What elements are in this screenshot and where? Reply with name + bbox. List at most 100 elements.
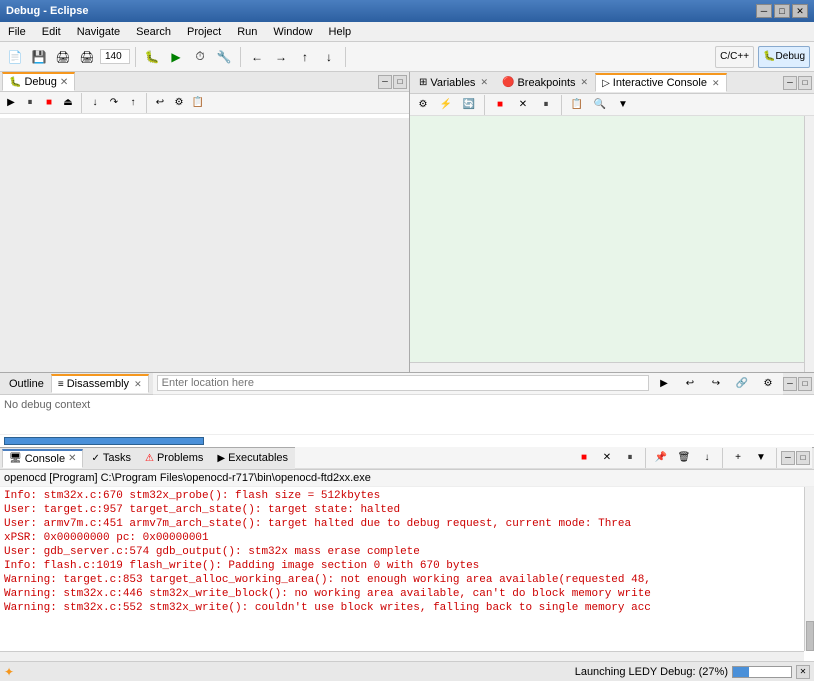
debug-tab-close[interactable]: ✕	[60, 77, 68, 88]
right-hscrollbar[interactable]	[410, 362, 804, 372]
launch-progress-bar	[732, 666, 792, 678]
toolbar-btn-9[interactable]: ↓	[318, 46, 340, 68]
disasm-btn2[interactable]: ↪	[705, 372, 727, 394]
right-toolbar-sep2	[561, 95, 562, 115]
console-btn2[interactable]: ⏸	[619, 447, 641, 469]
console-area: 🖥 Console ✕ ✓ Tasks ⚠ Problems ▶ Executa…	[0, 447, 814, 661]
right-maximize-btn[interactable]: □	[798, 76, 812, 90]
resume-btn[interactable]: ▶	[2, 94, 20, 112]
title-bar: Debug - Eclipse ─ □ ✕	[0, 0, 814, 22]
variables-tab-close[interactable]: ✕	[480, 77, 488, 88]
toolbar-btn-8[interactable]: ↑	[294, 46, 316, 68]
console-pin-btn[interactable]: 📌	[650, 447, 672, 469]
drop-to-frame-btn[interactable]: ↩	[151, 94, 169, 112]
console-hscrollbar[interactable]	[0, 651, 804, 661]
right-tb-btn5[interactable]: ✕	[512, 94, 534, 116]
right-tb-btn7[interactable]: 📋	[566, 94, 588, 116]
tab-disassembly[interactable]: ≡ Disassembly ✕	[51, 374, 149, 393]
console-vscrollbar[interactable]	[804, 487, 814, 651]
window-title: Debug - Eclipse	[6, 5, 89, 17]
interactive-console-close[interactable]: ✕	[712, 78, 720, 89]
right-tb-btn8[interactable]: 🔍	[589, 94, 611, 116]
debug-maximize-btn[interactable]: □	[393, 75, 407, 89]
disasm-btn3[interactable]: 🔗	[731, 372, 753, 394]
toolbar-btn-4[interactable]: 🖨	[76, 46, 98, 68]
tab-outline[interactable]: Outline	[2, 375, 51, 393]
console-tab-close[interactable]: ✕	[68, 453, 76, 464]
right-tb-btn3[interactable]: 🔄	[458, 94, 480, 116]
properties-btn[interactable]: 📋	[189, 94, 207, 112]
debug-minimize-btn[interactable]: ─	[378, 75, 392, 89]
console-maximize-btn[interactable]: □	[796, 451, 810, 465]
tab-problems[interactable]: ⚠ Problems	[138, 449, 210, 467]
status-progress-area: Launching LEDY Debug: (27%) ✕	[575, 665, 810, 679]
console-new-btn[interactable]: +	[727, 447, 749, 469]
toolbar-btn-3[interactable]: 🖨	[52, 46, 74, 68]
console-stop-btn[interactable]: ■	[573, 447, 595, 469]
console-clear-btn[interactable]: 🗑	[673, 447, 695, 469]
right-tab-bar: ⊞ Variables ✕ 🔴 Breakpoints ✕ ▷ Interact…	[410, 72, 814, 94]
main-toolbar: 📄 💾 🖨 🖨 140 🐛 ▶ ⏱ 🔧 ← → ↑ ↓ C/C++ 🐛 Debu…	[0, 42, 814, 72]
menu-file[interactable]: File	[4, 25, 30, 39]
breakpoints-tab-close[interactable]: ✕	[581, 77, 589, 88]
tab-debug[interactable]: 🐛 Debug ✕	[2, 72, 75, 91]
disasm-location-input[interactable]	[157, 375, 649, 391]
right-tb-btn2[interactable]: ⚡	[435, 94, 457, 116]
menu-project[interactable]: Project	[183, 25, 225, 39]
disasm-maximize-btn[interactable]: □	[798, 377, 812, 391]
progress-stop-btn[interactable]: ✕	[796, 665, 810, 679]
console-vscrollbar-thumb[interactable]	[806, 621, 814, 651]
stop-btn[interactable]: ■	[40, 94, 58, 112]
console-scroll-btn[interactable]: ↓	[696, 447, 718, 469]
right-minimize-btn[interactable]: ─	[783, 76, 797, 90]
toolbar-btn-6[interactable]: ←	[246, 46, 268, 68]
interactive-console-label: Interactive Console	[613, 77, 707, 89]
console-btn1[interactable]: ✕	[596, 447, 618, 469]
menu-navigate[interactable]: Navigate	[73, 25, 124, 39]
suspend-btn[interactable]: ⏸	[21, 94, 39, 112]
tab-executables[interactable]: ▶ Executables	[210, 449, 295, 467]
toolbar-save-btn[interactable]: 💾	[28, 46, 50, 68]
right-tb-btn6[interactable]: ⏸	[535, 94, 557, 116]
close-button[interactable]: ✕	[792, 4, 808, 18]
interactive-console-icon: ▷	[602, 78, 610, 89]
toolbar-new-btn[interactable]: 📄	[4, 46, 26, 68]
console-dropdown-btn[interactable]: ▼	[750, 447, 772, 469]
minimize-button[interactable]: ─	[756, 4, 772, 18]
step-over-btn[interactable]: ↷	[105, 94, 123, 112]
right-tb-btn4[interactable]: ■	[489, 94, 511, 116]
menu-run[interactable]: Run	[233, 25, 261, 39]
toolbar-btn-5[interactable]: 🔧	[213, 46, 235, 68]
menu-search[interactable]: Search	[132, 25, 175, 39]
toolbar-run-btn[interactable]: ▶	[165, 46, 187, 68]
right-vscrollbar[interactable]	[804, 116, 814, 372]
menu-help[interactable]: Help	[325, 25, 356, 39]
toolbar-btn-7[interactable]: →	[270, 46, 292, 68]
console-line-2: User: armv7m.c:451 armv7m_arch_state(): …	[4, 517, 810, 531]
disassembly-tab-close[interactable]: ✕	[134, 379, 142, 390]
toolbar-profile-btn[interactable]: ⏱	[189, 46, 211, 68]
debug-panel-toolbar: ▶ ⏸ ■ ⏏ ↓ ↷ ↑ ↩ ⚙ 📋	[0, 92, 409, 114]
disasm-btn1[interactable]: ↩	[679, 372, 701, 394]
menu-edit[interactable]: Edit	[38, 25, 65, 39]
tab-breakpoints[interactable]: 🔴 Breakpoints ✕	[495, 74, 595, 92]
use-instruction-btn[interactable]: ⚙	[170, 94, 188, 112]
tab-variables[interactable]: ⊞ Variables ✕	[412, 74, 495, 92]
console-minimize-btn[interactable]: ─	[781, 451, 795, 465]
tab-console[interactable]: 🖥 Console ✕	[2, 449, 83, 468]
step-return-btn[interactable]: ↑	[124, 94, 142, 112]
right-tb-btn9[interactable]: ▼	[612, 94, 634, 116]
maximize-button[interactable]: □	[774, 4, 790, 18]
step-into-btn[interactable]: ↓	[86, 94, 104, 112]
tab-interactive-console[interactable]: ▷ Interactive Console ✕	[595, 73, 726, 92]
toolbar-perspective-cc[interactable]: C/C++	[715, 46, 754, 68]
disasm-btn4[interactable]: ⚙	[757, 372, 779, 394]
disasm-go-btn[interactable]: ▶	[653, 372, 675, 394]
right-tb-btn1[interactable]: ⚙	[412, 94, 434, 116]
tab-tasks[interactable]: ✓ Tasks	[84, 449, 138, 467]
disconnect-btn[interactable]: ⏏	[59, 94, 77, 112]
menu-window[interactable]: Window	[269, 25, 316, 39]
disasm-minimize-btn[interactable]: ─	[783, 377, 797, 391]
toolbar-debug-btn[interactable]: 🐛	[141, 46, 163, 68]
toolbar-perspective-debug[interactable]: 🐛 Debug	[758, 46, 810, 68]
